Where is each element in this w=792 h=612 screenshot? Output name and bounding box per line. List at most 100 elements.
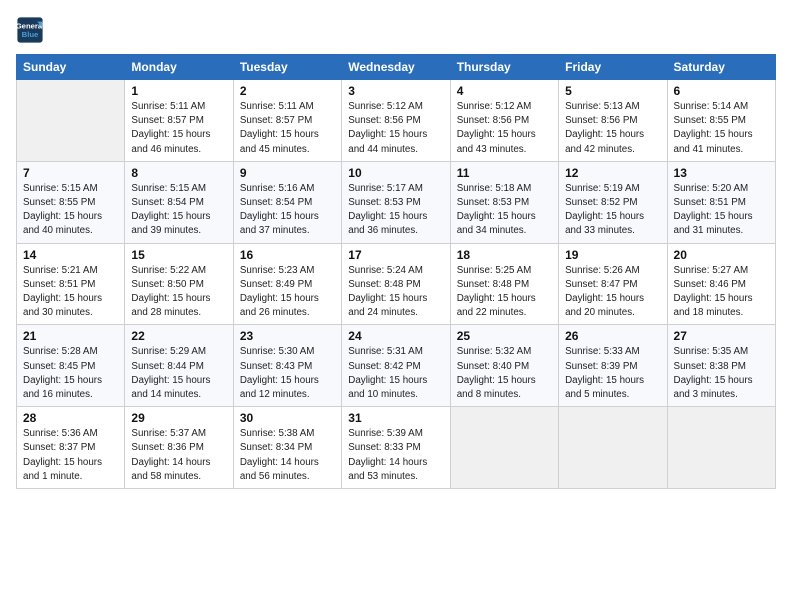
day-cell: 24 Sunrise: 5:31 AM Sunset: 8:42 PM Dayli… xyxy=(342,325,450,407)
day-number: 28 xyxy=(23,411,118,425)
day-number: 6 xyxy=(674,84,769,98)
day-cell: 11 Sunrise: 5:18 AM Sunset: 8:53 PM Dayli… xyxy=(450,161,558,243)
day-number: 18 xyxy=(457,248,552,262)
week-row-5: 28 Sunrise: 5:36 AM Sunset: 8:37 PM Dayli… xyxy=(17,407,776,489)
day-cell: 26 Sunrise: 5:33 AM Sunset: 8:39 PM Dayli… xyxy=(559,325,667,407)
calendar-header-row: SundayMondayTuesdayWednesdayThursdayFrid… xyxy=(17,55,776,80)
day-cell xyxy=(17,80,125,162)
day-number: 5 xyxy=(565,84,660,98)
day-info: Sunrise: 5:12 AM Sunset: 8:56 PM Dayligh… xyxy=(348,100,443,157)
day-cell: 2Sunrise: 5:11 AM Sunset: 8:57 PM Daylig… xyxy=(233,80,341,162)
day-number: 29 xyxy=(131,411,226,425)
day-info: Sunrise: 5:39 AM Sunset: 8:33 PM Dayligh… xyxy=(348,427,443,484)
day-info: Sunrise: 5:18 AM Sunset: 8:53 PM Dayligh… xyxy=(457,182,552,239)
day-info: Sunrise: 5:31 AM Sunset: 8:42 PM Dayligh… xyxy=(348,345,443,402)
day-number: 26 xyxy=(565,329,660,343)
header-cell-tuesday: Tuesday xyxy=(233,55,341,80)
day-number: 12 xyxy=(565,166,660,180)
day-info: Sunrise: 5:13 AM Sunset: 8:56 PM Dayligh… xyxy=(565,100,660,157)
day-info: Sunrise: 5:15 AM Sunset: 8:54 PM Dayligh… xyxy=(131,182,226,239)
day-info: Sunrise: 5:20 AM Sunset: 8:51 PM Dayligh… xyxy=(674,182,769,239)
header-cell-saturday: Saturday xyxy=(667,55,775,80)
header: General Blue xyxy=(16,16,776,44)
day-number: 15 xyxy=(131,248,226,262)
header-cell-friday: Friday xyxy=(559,55,667,80)
day-info: Sunrise: 5:16 AM Sunset: 8:54 PM Dayligh… xyxy=(240,182,335,239)
day-cell: 22 Sunrise: 5:29 AM Sunset: 8:44 PM Dayli… xyxy=(125,325,233,407)
day-cell: 1Sunrise: 5:11 AM Sunset: 8:57 PM Daylig… xyxy=(125,80,233,162)
day-number: 10 xyxy=(348,166,443,180)
week-row-3: 14 Sunrise: 5:21 AM Sunset: 8:51 PM Dayli… xyxy=(17,243,776,325)
day-cell: 5 Sunrise: 5:13 AM Sunset: 8:56 PM Daylig… xyxy=(559,80,667,162)
day-cell: 23Sunrise: 5:30 AM Sunset: 8:43 PM Dayli… xyxy=(233,325,341,407)
day-number: 8 xyxy=(131,166,226,180)
day-number: 17 xyxy=(348,248,443,262)
day-number: 30 xyxy=(240,411,335,425)
day-cell: 8 Sunrise: 5:15 AM Sunset: 8:54 PM Daylig… xyxy=(125,161,233,243)
day-cell: 9 Sunrise: 5:16 AM Sunset: 8:54 PM Daylig… xyxy=(233,161,341,243)
day-number: 1 xyxy=(131,84,226,98)
day-cell: 25 Sunrise: 5:32 AM Sunset: 8:40 PM Dayli… xyxy=(450,325,558,407)
day-info: Sunrise: 5:24 AM Sunset: 8:48 PM Dayligh… xyxy=(348,264,443,321)
day-number: 20 xyxy=(674,248,769,262)
header-cell-thursday: Thursday xyxy=(450,55,558,80)
day-info: Sunrise: 5:33 AM Sunset: 8:39 PM Dayligh… xyxy=(565,345,660,402)
day-number: 4 xyxy=(457,84,552,98)
day-number: 7 xyxy=(23,166,118,180)
day-info: Sunrise: 5:22 AM Sunset: 8:50 PM Dayligh… xyxy=(131,264,226,321)
day-cell: 10Sunrise: 5:17 AM Sunset: 8:53 PM Dayli… xyxy=(342,161,450,243)
logo-icon: General Blue xyxy=(16,16,44,44)
day-number: 31 xyxy=(348,411,443,425)
week-row-1: 1Sunrise: 5:11 AM Sunset: 8:57 PM Daylig… xyxy=(17,80,776,162)
day-info: Sunrise: 5:32 AM Sunset: 8:40 PM Dayligh… xyxy=(457,345,552,402)
day-info: Sunrise: 5:29 AM Sunset: 8:44 PM Dayligh… xyxy=(131,345,226,402)
day-number: 3 xyxy=(348,84,443,98)
day-cell: 17 Sunrise: 5:24 AM Sunset: 8:48 PM Dayli… xyxy=(342,243,450,325)
day-number: 14 xyxy=(23,248,118,262)
day-number: 22 xyxy=(131,329,226,343)
day-cell: 16 Sunrise: 5:23 AM Sunset: 8:49 PM Dayli… xyxy=(233,243,341,325)
header-cell-wednesday: Wednesday xyxy=(342,55,450,80)
day-cell: 14 Sunrise: 5:21 AM Sunset: 8:51 PM Dayli… xyxy=(17,243,125,325)
day-cell: 4Sunrise: 5:12 AM Sunset: 8:56 PM Daylig… xyxy=(450,80,558,162)
day-info: Sunrise: 5:30 AM Sunset: 8:43 PM Dayligh… xyxy=(240,345,335,402)
day-number: 27 xyxy=(674,329,769,343)
day-cell: 29Sunrise: 5:37 AM Sunset: 8:36 PM Dayli… xyxy=(125,407,233,489)
svg-text:Blue: Blue xyxy=(22,30,39,39)
logo: General Blue xyxy=(16,16,48,44)
day-info: Sunrise: 5:36 AM Sunset: 8:37 PM Dayligh… xyxy=(23,427,118,484)
day-info: Sunrise: 5:27 AM Sunset: 8:46 PM Dayligh… xyxy=(674,264,769,321)
day-cell: 3 Sunrise: 5:12 AM Sunset: 8:56 PM Daylig… xyxy=(342,80,450,162)
day-cell: 28 Sunrise: 5:36 AM Sunset: 8:37 PM Dayli… xyxy=(17,407,125,489)
header-cell-sunday: Sunday xyxy=(17,55,125,80)
header-cell-monday: Monday xyxy=(125,55,233,80)
day-info: Sunrise: 5:15 AM Sunset: 8:55 PM Dayligh… xyxy=(23,182,118,239)
day-info: Sunrise: 5:23 AM Sunset: 8:49 PM Dayligh… xyxy=(240,264,335,321)
day-cell: 27 Sunrise: 5:35 AM Sunset: 8:38 PM Dayli… xyxy=(667,325,775,407)
day-info: Sunrise: 5:19 AM Sunset: 8:52 PM Dayligh… xyxy=(565,182,660,239)
day-cell: 21 Sunrise: 5:28 AM Sunset: 8:45 PM Dayli… xyxy=(17,325,125,407)
day-info: Sunrise: 5:14 AM Sunset: 8:55 PM Dayligh… xyxy=(674,100,769,157)
day-cell xyxy=(450,407,558,489)
day-number: 9 xyxy=(240,166,335,180)
day-cell: 12 Sunrise: 5:19 AM Sunset: 8:52 PM Dayli… xyxy=(559,161,667,243)
calendar-table: SundayMondayTuesdayWednesdayThursdayFrid… xyxy=(16,54,776,489)
day-cell: 18 Sunrise: 5:25 AM Sunset: 8:48 PM Dayli… xyxy=(450,243,558,325)
day-number: 13 xyxy=(674,166,769,180)
day-info: Sunrise: 5:26 AM Sunset: 8:47 PM Dayligh… xyxy=(565,264,660,321)
day-info: Sunrise: 5:28 AM Sunset: 8:45 PM Dayligh… xyxy=(23,345,118,402)
day-number: 16 xyxy=(240,248,335,262)
day-cell: 7 Sunrise: 5:15 AM Sunset: 8:55 PM Daylig… xyxy=(17,161,125,243)
day-cell: 13 Sunrise: 5:20 AM Sunset: 8:51 PM Dayli… xyxy=(667,161,775,243)
day-number: 11 xyxy=(457,166,552,180)
day-info: Sunrise: 5:21 AM Sunset: 8:51 PM Dayligh… xyxy=(23,264,118,321)
day-number: 2 xyxy=(240,84,335,98)
week-row-4: 21 Sunrise: 5:28 AM Sunset: 8:45 PM Dayli… xyxy=(17,325,776,407)
day-number: 25 xyxy=(457,329,552,343)
day-info: Sunrise: 5:25 AM Sunset: 8:48 PM Dayligh… xyxy=(457,264,552,321)
day-info: Sunrise: 5:35 AM Sunset: 8:38 PM Dayligh… xyxy=(674,345,769,402)
day-cell: 6 Sunrise: 5:14 AM Sunset: 8:55 PM Daylig… xyxy=(667,80,775,162)
day-number: 21 xyxy=(23,329,118,343)
page-container: General Blue SundayMondayTuesdayWednesda… xyxy=(0,0,792,497)
day-number: 24 xyxy=(348,329,443,343)
